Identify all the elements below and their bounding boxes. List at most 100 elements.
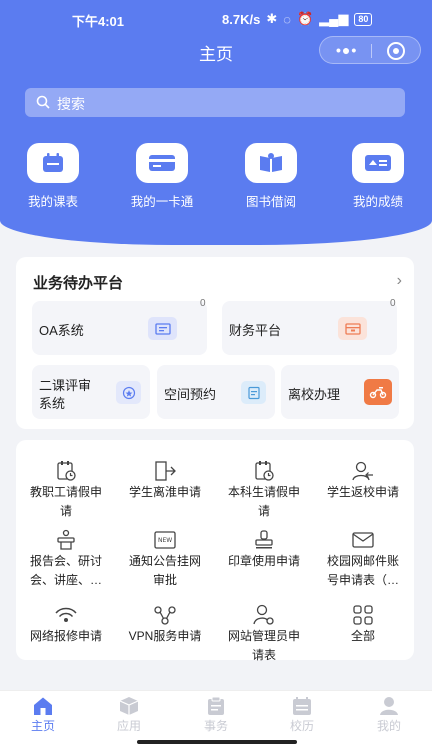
quick-item-schedule[interactable]: 我的课表 <box>5 143 101 210</box>
tile-label-line2: 系统 <box>39 396 66 411</box>
app-seminar[interactable]: 报告会、研讨 会、讲座、… <box>18 525 114 589</box>
mute-icon: ◌ <box>283 11 291 27</box>
app-student-return[interactable]: 学生返校申请 <box>315 456 411 501</box>
miniprogram-capsule: •●• <box>319 36 421 64</box>
app-label: 请 <box>59 504 72 518</box>
finance-icon <box>338 317 367 340</box>
app-label: 号申请表（… <box>326 573 399 587</box>
leave-request-icon <box>18 456 114 482</box>
capsule-divider <box>371 44 372 58</box>
grade-icon <box>352 143 404 183</box>
app-label: 学生返校申请 <box>326 485 399 499</box>
tab-label: 校历 <box>289 719 314 733</box>
app-label: 学生离淮申请 <box>128 485 201 499</box>
app-label: 会、讲座、… <box>29 573 102 587</box>
clipboard-icon <box>186 695 246 717</box>
tab-profile[interactable]: 我的 <box>359 695 419 734</box>
chevron-right-icon[interactable]: › <box>397 272 402 290</box>
tile-space-booking[interactable]: 空间预约 <box>157 365 275 419</box>
leave-request-icon <box>216 456 312 482</box>
booking-icon <box>241 381 266 404</box>
tab-calendar[interactable]: 校历 <box>272 695 332 734</box>
quick-item-label: 我的课表 <box>27 195 78 209</box>
tab-label: 主页 <box>30 719 55 733</box>
quick-item-library[interactable]: 图书借阅 <box>223 143 319 210</box>
app-label: 请 <box>257 504 270 518</box>
app-label: VPN服务申请 <box>128 629 202 643</box>
close-icon[interactable] <box>387 42 405 60</box>
app-label: 网站管理员申 <box>227 629 300 643</box>
tile-review-system[interactable]: 二课评审 系统 <box>32 365 150 419</box>
calendar-icon <box>27 143 79 183</box>
app-label: 通知公告挂网 <box>128 554 201 568</box>
app-label: 印章使用申请 <box>227 554 300 568</box>
tab-label: 我的 <box>376 719 401 733</box>
bluetooth-icon: ✱ <box>266 11 278 26</box>
card-icon <box>136 143 188 183</box>
tile-label: 离校办理 <box>288 387 341 402</box>
tile-label: 财务平台 <box>229 323 282 338</box>
app-email-account[interactable]: 校园网邮件账 号申请表（… <box>315 525 411 589</box>
quick-item-card[interactable]: 我的一卡通 <box>114 143 210 210</box>
tab-affairs[interactable]: 事务 <box>186 695 246 734</box>
app-student-leave-city[interactable]: 学生离淮申请 <box>117 456 213 501</box>
app-notice-approval[interactable]: NEW 通知公告挂网 审批 <box>117 525 213 589</box>
tile-leaving[interactable]: 离校办理 <box>281 365 399 419</box>
app-label: 请表 <box>251 648 276 662</box>
user-icon <box>359 695 419 717</box>
exit-door-icon <box>117 456 213 482</box>
quick-item-label: 图书借阅 <box>245 195 296 209</box>
search-icon <box>36 95 50 109</box>
app-label: 本科生请假申 <box>227 485 300 499</box>
quick-item-label: 我的成绩 <box>352 195 403 209</box>
app-label: 报告会、研讨 <box>29 554 102 568</box>
book-icon <box>245 143 297 183</box>
app-vpn[interactable]: VPN服务申请 <box>117 600 213 645</box>
app-all[interactable]: 全部 <box>315 600 411 645</box>
quick-actions: 我的课表 我的一卡通 图书借阅 我的成绩 <box>0 143 432 213</box>
app-undergrad-leave[interactable]: 本科生请假申 请 <box>216 456 312 520</box>
section-title: 业务待办平台 <box>33 275 124 292</box>
cube-icon <box>99 695 159 717</box>
more-icon[interactable]: •●• <box>336 43 357 57</box>
grid-icon <box>315 600 411 626</box>
tab-label: 事务 <box>203 719 228 733</box>
svg-text:NEW: NEW <box>158 537 172 544</box>
app-staff-leave[interactable]: 教职工请假申 请 <box>18 456 114 520</box>
app-seal-use[interactable]: 印章使用申请 <box>216 525 312 570</box>
tile-oa[interactable]: OA系统 0 <box>32 298 207 355</box>
app-site-admin[interactable]: 网站管理员申 请表 <box>216 600 312 664</box>
tile-label-line1: 二课评审 <box>39 378 92 393</box>
home-indicator <box>137 740 297 744</box>
oa-icon <box>148 317 177 340</box>
mail-icon <box>315 525 411 551</box>
app-label: 校园网邮件账 <box>326 554 399 568</box>
school-calendar-icon <box>272 695 332 717</box>
medal-icon <box>116 381 141 404</box>
user-return-icon <box>315 456 411 482</box>
count-badge: 0 <box>200 298 206 309</box>
app-label: 教职工请假申 <box>29 485 102 499</box>
scooter-icon <box>364 379 392 405</box>
news-icon: NEW <box>117 525 213 551</box>
tab-home[interactable]: 主页 <box>13 695 73 734</box>
home-icon <box>13 695 73 717</box>
status-time: 下午4:01 <box>72 14 125 29</box>
stamp-icon <box>216 525 312 551</box>
search-input[interactable]: 搜索 <box>25 88 405 117</box>
app-network-repair[interactable]: 网络报修申请 <box>18 600 114 645</box>
network-speed: 8.7K/s <box>222 11 261 27</box>
status-indicators: 8.7K/s ✱ ◌ ⏰ ▂▄▆ 80 <box>222 11 373 27</box>
count-badge: 0 <box>390 298 396 309</box>
apps-grid-card: 教职工请假申 请 学生离淮申请 本科生请假申 请 学生返校申请 报告会、研讨 会… <box>16 440 414 662</box>
pending-platform-card: 业务待办平台 › OA系统 0 财务平台 0 二课评审 系统 空间预约 离校办理 <box>16 257 414 429</box>
tile-label: OA系统 <box>39 323 84 338</box>
user-gear-icon <box>216 600 312 626</box>
wifi-icon <box>18 600 114 626</box>
quick-item-grades[interactable]: 我的成绩 <box>330 143 426 210</box>
alarm-icon: ⏰ <box>296 11 314 26</box>
status-bar: 下午4:01 8.7K/s ✱ ◌ ⏰ ▂▄▆ 80 <box>0 8 432 30</box>
tab-apps[interactable]: 应用 <box>99 695 159 734</box>
app-label: 全部 <box>350 629 375 643</box>
tile-finance[interactable]: 财务平台 0 <box>222 298 397 355</box>
